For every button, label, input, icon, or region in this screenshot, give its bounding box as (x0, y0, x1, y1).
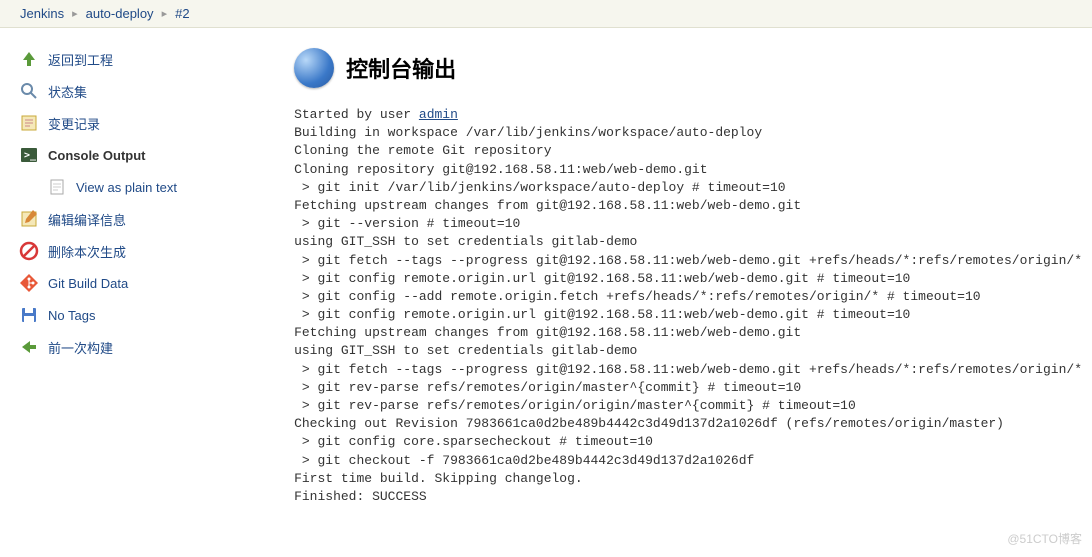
left-arrow-icon (18, 336, 40, 358)
no-entry-icon (18, 240, 40, 262)
sidebar-console[interactable]: >_ Console Output (15, 139, 279, 171)
sidebar-label: View as plain text (76, 180, 177, 195)
edit-notepad-icon (18, 208, 40, 230)
console-user-link[interactable]: admin (419, 107, 458, 122)
page-title: 控制台输出 (294, 48, 1082, 88)
sidebar-label: Git Build Data (48, 276, 128, 291)
git-icon (18, 272, 40, 294)
page-title-text: 控制台输出 (346, 52, 456, 84)
terminal-icon: >_ (18, 144, 40, 166)
sidebar-editbuild[interactable]: 编辑编译信息 (15, 203, 279, 235)
breadcrumb-sep: ▸ (162, 7, 168, 20)
sidebar: 返回到工程 状态集 变更记录 >_ Console Output View as… (0, 28, 284, 526)
console-output: Started by user admin Building in worksp… (294, 106, 1082, 506)
sidebar-label: 变更记录 (48, 114, 100, 133)
notepad-icon (18, 112, 40, 134)
document-icon (46, 176, 68, 198)
breadcrumb: Jenkins ▸ auto-deploy ▸ #2 (0, 0, 1092, 28)
save-icon (18, 304, 40, 326)
breadcrumb-job[interactable]: auto-deploy (86, 6, 154, 21)
breadcrumb-sep: ▸ (72, 7, 78, 20)
sidebar-label: 状态集 (48, 82, 87, 101)
sidebar-notags[interactable]: No Tags (15, 299, 279, 331)
sidebar-status[interactable]: 状态集 (15, 75, 279, 107)
sidebar-label: No Tags (48, 308, 95, 323)
up-arrow-icon (18, 48, 40, 70)
sidebar-gitdata[interactable]: Git Build Data (15, 267, 279, 299)
sidebar-label: 前一次构建 (48, 338, 113, 357)
sidebar-label: 编辑编译信息 (48, 210, 126, 229)
sidebar-prev[interactable]: 前一次构建 (15, 331, 279, 363)
sidebar-delete[interactable]: 删除本次生成 (15, 235, 279, 267)
sidebar-back[interactable]: 返回到工程 (15, 43, 279, 75)
breadcrumb-jenkins[interactable]: Jenkins (20, 6, 64, 21)
sidebar-label: 删除本次生成 (48, 242, 126, 261)
sidebar-label: Console Output (48, 148, 146, 163)
main-content: 控制台输出 Started by user admin Building in … (284, 28, 1092, 526)
sidebar-label: 返回到工程 (48, 50, 113, 69)
breadcrumb-build[interactable]: #2 (175, 6, 189, 21)
magnifier-icon (18, 80, 40, 102)
sidebar-plaintext[interactable]: View as plain text (43, 171, 279, 203)
svg-text:>_: >_ (24, 150, 37, 161)
sidebar-changes[interactable]: 变更记录 (15, 107, 279, 139)
watermark: @51CTO博客 (1007, 530, 1082, 547)
build-status-orb-icon (294, 48, 334, 88)
